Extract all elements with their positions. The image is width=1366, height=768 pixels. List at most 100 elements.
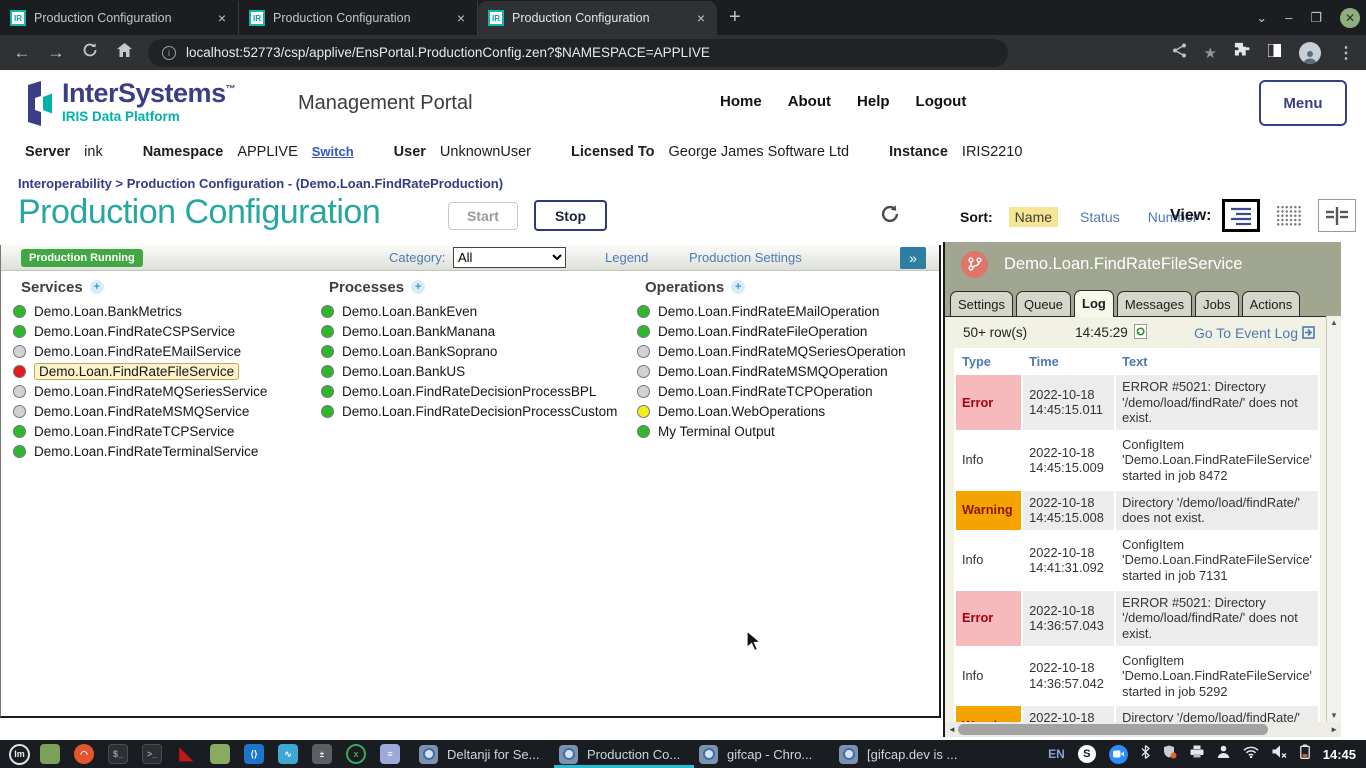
item-name[interactable]: Demo.Loan.FindRateMSMQOperation	[658, 364, 888, 379]
extensions-puzzle-icon[interactable]	[1234, 42, 1250, 63]
process-item[interactable]: Demo.Loan.BankManana	[321, 321, 625, 341]
item-name[interactable]: Demo.Loan.FindRateDecisionProcessCustom	[342, 404, 617, 419]
operation-item[interactable]: Demo.Loan.FindRateTCPOperation	[637, 381, 930, 401]
site-info-icon[interactable]: i	[162, 46, 176, 60]
reload-icon[interactable]	[80, 42, 100, 63]
panel-tab[interactable]: Actions	[1242, 291, 1301, 316]
add-service-icon[interactable]: +	[90, 280, 104, 294]
stop-button[interactable]: Stop	[534, 200, 607, 231]
item-name[interactable]: Demo.Loan.FindRateMSMQService	[34, 404, 249, 419]
view-list-button[interactable]	[1222, 199, 1260, 232]
switch-link[interactable]: Switch	[312, 144, 354, 159]
header-link[interactable]: Help	[857, 93, 890, 110]
vscode-app-icon[interactable]: ⟨⟩	[244, 744, 264, 764]
scroll-up-icon[interactable]: ▲	[1330, 318, 1338, 327]
panel-tab[interactable]: Settings	[950, 291, 1013, 316]
scrollbar-thumb[interactable]	[958, 724, 1268, 735]
operation-item[interactable]: My Terminal Output	[637, 421, 930, 441]
start-button[interactable]: Start	[448, 202, 518, 230]
terminal-app-icon[interactable]: $_	[108, 744, 128, 764]
expand-panel-button[interactable]: »	[900, 247, 926, 269]
close-window-icon[interactable]: ✕	[1340, 8, 1360, 28]
item-name[interactable]: Demo.Loan.FindRateMQSeriesService	[34, 384, 267, 399]
zoom-tray-icon[interactable]	[1109, 745, 1128, 764]
log-row[interactable]: Error 2022-10-1814:45:15.011 ERROR #5021…	[956, 375, 1318, 430]
panel-tab[interactable]: Messages	[1117, 291, 1192, 316]
restore-icon[interactable]: ❐	[1310, 10, 1322, 26]
horizontal-scrollbar[interactable]: ◄►	[945, 722, 1341, 737]
bookmark-star-icon[interactable]: ★	[1204, 44, 1217, 62]
home-icon[interactable]	[114, 42, 134, 63]
taskbar-window-button[interactable]: Production Co...	[554, 740, 694, 768]
log-col-type[interactable]: Type	[956, 351, 1021, 372]
item-name[interactable]: Demo.Loan.FindRateCSPService	[34, 324, 235, 339]
process-item[interactable]: Demo.Loan.BankUS	[321, 361, 625, 381]
security-shield-icon[interactable]	[1163, 745, 1177, 764]
new-tab-button[interactable]: +	[717, 6, 753, 35]
item-name[interactable]: Demo.Loan.FindRateTCPOperation	[658, 384, 873, 399]
service-item[interactable]: Demo.Loan.BankMetrics	[13, 301, 309, 321]
browser-tab[interactable]: IR Production Configuration ×	[0, 1, 239, 35]
item-name[interactable]: Demo.Loan.FindRateTerminalService	[34, 444, 258, 459]
item-name[interactable]: Demo.Loan.BankSoprano	[342, 344, 497, 359]
tab-close-icon[interactable]: ×	[695, 10, 707, 26]
tab-search-chevron-icon[interactable]: ⌄	[1256, 10, 1267, 26]
item-name[interactable]: Demo.Loan.FindRateTCPService	[34, 424, 234, 439]
operation-item[interactable]: Demo.Loan.FindRateMSMQOperation	[637, 361, 930, 381]
user-tray-icon[interactable]	[1217, 745, 1230, 763]
vertical-scrollbar[interactable]: ▲▼	[1326, 316, 1341, 722]
minimize-icon[interactable]: –	[1285, 10, 1292, 25]
header-link[interactable]: Home	[720, 93, 762, 110]
scroll-down-icon[interactable]: ▼	[1330, 711, 1338, 720]
taskbar-window-button[interactable]: gifcap - Chro...	[694, 740, 834, 768]
skype-tray-icon[interactable]: S	[1078, 745, 1096, 763]
folder-app-icon[interactable]	[210, 744, 230, 764]
taskbar-window-button[interactable]: Deltanji for Se...	[414, 740, 554, 768]
operation-item[interactable]: Demo.Loan.FindRateEMailOperation	[637, 301, 930, 321]
notes-app-icon[interactable]: ≡	[380, 744, 400, 764]
item-name[interactable]: Demo.Loan.FindRateFileOperation	[658, 324, 867, 339]
log-row[interactable]: Warning 2022-10-1814:36:57.041 Directory…	[956, 706, 1318, 722]
sort-option[interactable]: Name	[1009, 207, 1058, 227]
service-item[interactable]: Demo.Loan.FindRateTCPService	[13, 421, 309, 441]
share-icon[interactable]	[1172, 43, 1187, 63]
menu-button[interactable]: Menu	[1259, 80, 1347, 126]
panel-tab[interactable]: Log	[1074, 290, 1114, 317]
battery-icon[interactable]	[1300, 744, 1310, 764]
address-bar[interactable]: i localhost:52773/csp/applive/EnsPortal.…	[148, 39, 1008, 67]
operation-item[interactable]: Demo.Loan.WebOperations	[637, 401, 930, 421]
calculator-app-icon[interactable]: ±	[312, 744, 332, 764]
spreadsheet-app-icon[interactable]: x	[346, 744, 366, 764]
item-name[interactable]: Demo.Loan.BankUS	[342, 364, 465, 379]
category-select[interactable]: All	[453, 247, 566, 268]
service-item[interactable]: Demo.Loan.FindRateCSPService	[13, 321, 309, 341]
header-link[interactable]: About	[788, 93, 831, 110]
taskbar-window-button[interactable]: [gifcap.dev is ...	[834, 740, 974, 768]
browser-menu-kebab-icon[interactable]: ⋮	[1338, 43, 1354, 63]
item-name[interactable]: Demo.Loan.FindRateDecisionProcessBPL	[342, 384, 596, 399]
printer-icon[interactable]	[1190, 745, 1204, 763]
breadcrumb-root-link[interactable]: Interoperability	[18, 176, 112, 191]
item-name[interactable]: Demo.Loan.BankEven	[342, 304, 477, 319]
volume-muted-icon[interactable]	[1272, 745, 1287, 763]
browser-tab[interactable]: IR Production Configuration ×	[239, 1, 478, 35]
profile-avatar[interactable]	[1299, 42, 1321, 64]
process-item[interactable]: Demo.Loan.BankEven	[321, 301, 625, 321]
tab-close-icon[interactable]: ×	[216, 10, 228, 26]
log-row[interactable]: Warning 2022-10-1814:45:15.008 Directory…	[956, 491, 1318, 530]
operation-item[interactable]: Demo.Loan.FindRateFileOperation	[637, 321, 930, 341]
log-col-time[interactable]: Time	[1023, 351, 1114, 372]
log-row[interactable]: Info 2022-10-1814:36:57.042 ConfigItem '…	[956, 649, 1318, 704]
item-name[interactable]: Demo.Loan.FindRateMQSeriesOperation	[658, 344, 906, 359]
files-app-icon[interactable]	[40, 744, 60, 764]
item-name[interactable]: Demo.Loan.FindRateEMailService	[34, 344, 241, 359]
item-name[interactable]: My Terminal Output	[658, 424, 775, 439]
item-name[interactable]: Demo.Loan.FindRateEMailOperation	[658, 304, 879, 319]
firefox-app-icon[interactable]: ◠	[74, 744, 94, 764]
go-to-event-log-link[interactable]: Go To Event Log	[1194, 325, 1315, 341]
log-col-text[interactable]: Text	[1116, 351, 1318, 372]
panel-tab[interactable]: Jobs	[1195, 291, 1238, 316]
back-icon[interactable]: ←	[12, 43, 32, 63]
process-item[interactable]: Demo.Loan.BankSoprano	[321, 341, 625, 361]
process-item[interactable]: Demo.Loan.FindRateDecisionProcessBPL	[321, 381, 625, 401]
